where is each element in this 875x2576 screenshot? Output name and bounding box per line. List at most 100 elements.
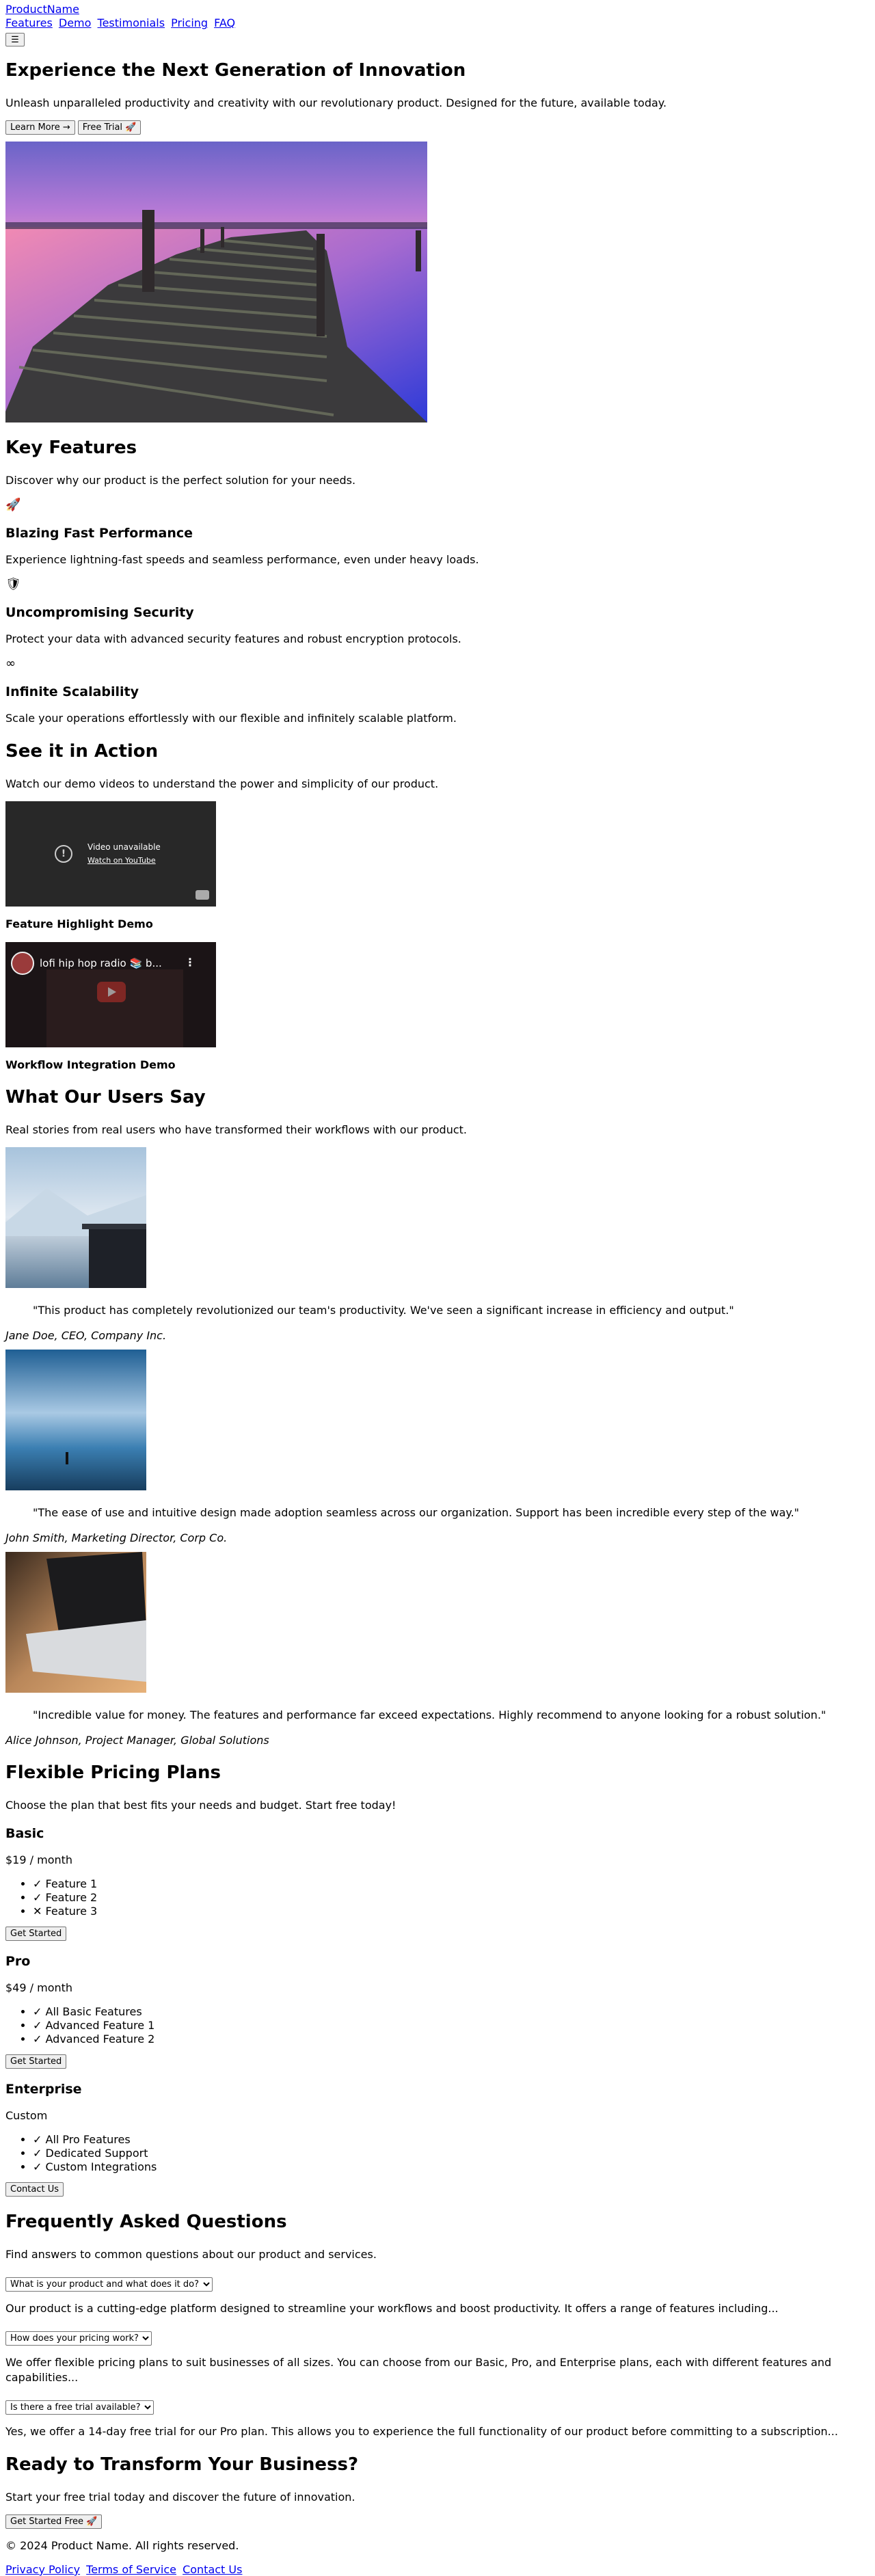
- contact-us-link[interactable]: Contact Us: [183, 2563, 242, 2576]
- plan-name: Enterprise: [5, 2082, 82, 2097]
- get-started-free-label: Get Started Free: [10, 2517, 84, 2527]
- feature-text: Experience lightning-fast speeds and sea…: [5, 553, 479, 566]
- nav-link-pricing[interactable]: Pricing: [171, 16, 208, 29]
- faq-title: Frequently Asked Questions: [5, 2212, 287, 2232]
- plan-feature: ✓ Feature 2: [33, 1891, 870, 1905]
- cross-icon: ✕: [33, 1905, 42, 1918]
- plan-feature-list: ✓ All Basic Features ✓ Advanced Feature …: [5, 2005, 870, 2046]
- feature-title: Uncompromising Security: [5, 605, 194, 620]
- testimonial-image: [5, 1350, 146, 1490]
- plan-feature-label: Feature 1: [45, 1877, 98, 1890]
- nav-link-faq[interactable]: FAQ: [214, 16, 235, 29]
- infinity-icon: ∞: [5, 656, 16, 671]
- hero-image: [5, 142, 427, 422]
- plan-price: $19 / month: [5, 1853, 73, 1866]
- site-footer: © 2024 Product Name. All rights reserved…: [5, 2538, 870, 2576]
- rocket-icon: 🚀: [5, 498, 21, 512]
- channel-avatar: [11, 952, 34, 975]
- cta-title: Ready to Transform Your Business?: [5, 2454, 359, 2475]
- plan-feature: ✓ Advanced Feature 2: [33, 2032, 870, 2046]
- pricing-plan-pro: Pro $49 / month ✓ All Basic Features ✓ A…: [5, 1953, 870, 2069]
- features-subtitle: Discover why our product is the perfect …: [5, 474, 356, 487]
- free-trial-label: Free Trial: [82, 122, 123, 133]
- watch-on-youtube-link[interactable]: Watch on YouTube: [88, 856, 156, 865]
- plan-feature-label: Feature 2: [45, 1891, 98, 1904]
- testimonial-author: Jane Doe, CEO, Company Inc.: [5, 1329, 167, 1342]
- arrow-right-icon: →: [62, 122, 70, 133]
- menu-toggle-button[interactable]: ☰: [5, 33, 25, 46]
- plan-feature: ✓ Advanced Feature 1: [33, 2019, 870, 2032]
- nav-link-demo[interactable]: Demo: [59, 16, 92, 29]
- check-icon: ✓: [33, 2032, 42, 2045]
- play-button-icon[interactable]: [97, 982, 126, 1002]
- demo-section: See it in Action Watch our demo videos t…: [5, 741, 870, 1072]
- cta-section: Ready to Transform Your Business? Start …: [5, 2454, 870, 2529]
- hero-title: Experience the Next Generation of Innova…: [5, 60, 466, 81]
- plan-feature-label: Feature 3: [45, 1905, 98, 1918]
- copyright-text: © 2024 Product Name. All rights reserved…: [5, 2539, 239, 2552]
- get-started-free-button[interactable]: Get Started Free 🚀: [5, 2514, 103, 2529]
- plan-feature-label: All Pro Features: [45, 2133, 131, 2146]
- testimonial-item: "The ease of use and intuitive design ma…: [5, 1350, 870, 1545]
- logo-link[interactable]: ProductName: [5, 3, 870, 16]
- get-started-button[interactable]: Get Started: [5, 1927, 67, 1941]
- video-embed-feature-demo[interactable]: ! Video unavailable Watch on YouTube: [5, 801, 216, 907]
- contact-us-button[interactable]: Contact Us: [5, 2182, 64, 2197]
- hero-section: Experience the Next Generation of Innova…: [5, 60, 870, 422]
- faq-subtitle: Find answers to common questions about o…: [5, 2248, 377, 2261]
- faq-question-select[interactable]: How does your pricing work?: [5, 2331, 152, 2346]
- faq-answer: Yes, we offer a 14-day free trial for ou…: [5, 2425, 838, 2438]
- faq-answer: Our product is a cutting-edge platform d…: [5, 2302, 779, 2315]
- testimonial-image: [5, 1552, 146, 1693]
- check-icon: ✓: [33, 1877, 42, 1890]
- plan-feature-list: ✓ All Pro Features ✓ Dedicated Support ✓…: [5, 2133, 870, 2174]
- feature-title: Blazing Fast Performance: [5, 526, 193, 541]
- pricing-subtitle: Choose the plan that best fits your need…: [5, 1799, 396, 1812]
- rocket-icon: 🚀: [125, 122, 137, 133]
- testimonial-quote: "The ease of use and intuitive design ma…: [33, 1506, 800, 1519]
- faq-question-select[interactable]: What is your product and what does it do…: [5, 2277, 213, 2292]
- testimonials-subtitle: Real stories from real users who have tr…: [5, 1123, 467, 1136]
- feature-text: Protect your data with advanced security…: [5, 632, 461, 645]
- plan-feature: ✓ All Basic Features: [33, 2005, 870, 2019]
- features-section: Key Features Discover why our product is…: [5, 438, 870, 726]
- testimonial-item: "Incredible value for money. The feature…: [5, 1552, 870, 1747]
- faq-item: How does your pricing work? We offer fle…: [5, 2326, 870, 2385]
- video-title: lofi hip hop radio 📚 b...: [40, 957, 162, 969]
- nav-link-testimonials[interactable]: Testimonials: [98, 16, 165, 29]
- rocket-icon: 🚀: [86, 2517, 98, 2527]
- terms-of-service-link[interactable]: Terms of Service: [86, 2563, 176, 2576]
- more-options-icon[interactable]: ⋮: [185, 956, 196, 969]
- privacy-policy-link[interactable]: Privacy Policy: [5, 2563, 80, 2576]
- features-title: Key Features: [5, 438, 137, 458]
- testimonials-title: What Our Users Say: [5, 1087, 206, 1108]
- testimonial-quote: "Incredible value for money. The feature…: [33, 1708, 826, 1721]
- feature-item: 🚀 Blazing Fast Performance Experience li…: [5, 498, 870, 567]
- faq-answer: We offer flexible pricing plans to suit …: [5, 2356, 832, 2384]
- video-embed-workflow-demo[interactable]: lofi hip hop radio 📚 b... ⋮: [5, 942, 216, 1047]
- hero-subtitle: Unleash unparalleled productivity and cr…: [5, 96, 667, 109]
- check-icon: ✓: [33, 2019, 42, 2032]
- feature-item: ∞ Infinite Scalability Scale your operat…: [5, 656, 870, 726]
- pricing-title: Flexible Pricing Plans: [5, 1762, 221, 1783]
- learn-more-button[interactable]: Learn More →: [5, 120, 75, 135]
- nav-link-features[interactable]: Features: [5, 16, 53, 29]
- faq-question-select[interactable]: Is there a free trial available?: [5, 2400, 154, 2415]
- plan-feature-label: Dedicated Support: [45, 2147, 148, 2160]
- feature-item: 🛡 Uncompromising Security Protect your d…: [5, 577, 870, 647]
- main-nav: Features Demo Testimonials Pricing FAQ: [5, 16, 870, 30]
- free-trial-button[interactable]: Free Trial 🚀: [77, 120, 142, 135]
- plan-feature-label: All Basic Features: [45, 2005, 142, 2018]
- plan-feature: ✓ Dedicated Support: [33, 2147, 870, 2160]
- check-icon: ✓: [33, 2160, 42, 2173]
- plan-feature-label: Advanced Feature 1: [45, 2019, 155, 2032]
- get-started-button[interactable]: Get Started: [5, 2054, 67, 2069]
- faq-section: Frequently Asked Questions Find answers …: [5, 2212, 870, 2439]
- plan-feature-label: Advanced Feature 2: [45, 2032, 155, 2045]
- plan-feature: ✕ Feature 3: [33, 1905, 870, 1918]
- plan-feature-label: Custom Integrations: [45, 2160, 157, 2173]
- feature-title: Infinite Scalability: [5, 684, 139, 699]
- cta-subtitle: Start your free trial today and discover…: [5, 2491, 355, 2504]
- video-caption: Workflow Integration Demo: [5, 1058, 176, 1071]
- plan-feature: ✓ Feature 1: [33, 1877, 870, 1891]
